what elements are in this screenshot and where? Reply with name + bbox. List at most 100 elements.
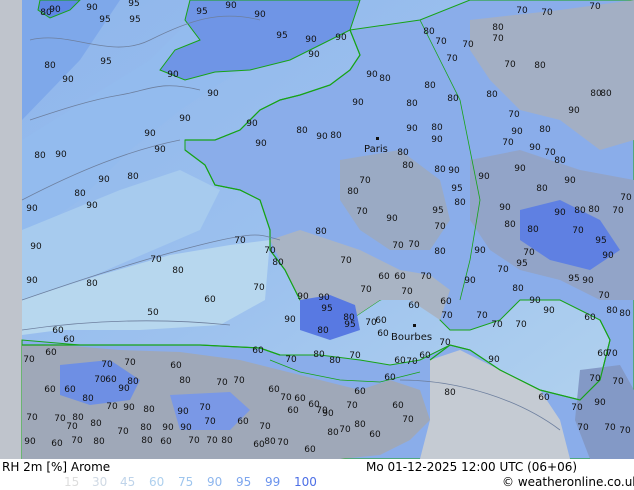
contour-label: 70 bbox=[117, 427, 129, 437]
contour-label: 80 bbox=[90, 419, 102, 429]
contour-label: 80 bbox=[329, 356, 341, 366]
contour-label: 80 bbox=[512, 284, 524, 294]
contour-label: 90 bbox=[207, 89, 219, 99]
contour-label: 60 bbox=[538, 393, 550, 403]
legend-value-75: 75 bbox=[178, 475, 194, 489]
contour-label: 95 bbox=[321, 304, 332, 314]
contour-label: 80 bbox=[317, 326, 329, 336]
contour-label: 95 bbox=[100, 57, 111, 67]
contour-label: 90 bbox=[529, 143, 541, 153]
contour-label: 80 bbox=[588, 205, 600, 215]
contour-label: 90 bbox=[594, 398, 606, 408]
contour-label: 95 bbox=[196, 7, 207, 17]
contour-label: 70 bbox=[285, 355, 297, 365]
contour-label: 70 bbox=[26, 413, 38, 423]
contour-label: 90 bbox=[98, 175, 110, 185]
contour-label: 80 bbox=[406, 99, 418, 109]
contour-label: 70 bbox=[589, 2, 601, 12]
contour-label: 90 bbox=[179, 114, 191, 124]
contour-label: 80 bbox=[40, 8, 52, 18]
contour-label: 95 bbox=[128, 0, 139, 9]
rh-map: 90 95 90 95 80 95 95 90 90 95 90 90 90 95 80 90 90 90 90 90… bbox=[0, 0, 634, 459]
contour-label: 90 bbox=[564, 176, 576, 186]
contour-label: 60 bbox=[45, 348, 57, 358]
contour-label: 80 bbox=[313, 350, 325, 360]
contour-label: 70 bbox=[216, 378, 228, 388]
contour-label: 60 bbox=[170, 361, 182, 371]
footer-bar: RH 2m [%] Arome Mo 01-12-2025 12:00 UTC … bbox=[0, 459, 634, 490]
contour-label: 60 bbox=[440, 297, 452, 307]
contour-label: 70 bbox=[23, 355, 35, 365]
copyright-link[interactable]: © weatheronline.co.uk bbox=[502, 475, 634, 489]
contour-label: 90 bbox=[478, 172, 490, 182]
contour-label: 80 bbox=[534, 61, 546, 71]
contour-label: 70 bbox=[340, 256, 352, 266]
contour-label: 70 bbox=[504, 60, 516, 70]
product-title: RH 2m [%] Arome bbox=[2, 460, 111, 474]
contour-label: 90 bbox=[554, 208, 566, 218]
contour-label: 80 bbox=[527, 225, 539, 235]
contour-label: 60 bbox=[63, 335, 75, 345]
contour-label: 90 bbox=[568, 106, 580, 116]
contour-label: 80 bbox=[486, 90, 498, 100]
contour-label: 60 bbox=[51, 439, 63, 449]
outside-domain-strip bbox=[0, 0, 22, 459]
contour-label: 70 bbox=[476, 311, 488, 321]
contour-label: 70 bbox=[446, 54, 458, 64]
contour-label: 90 bbox=[464, 276, 476, 286]
contour-label: 70 bbox=[233, 376, 245, 386]
contour-label: 95 bbox=[451, 184, 462, 194]
contour-label: 80 bbox=[431, 123, 443, 133]
contour-label: 80 bbox=[492, 23, 504, 33]
contour-label: 90 bbox=[144, 129, 156, 139]
contour-label: 80 bbox=[272, 258, 284, 268]
contour-label: 80 bbox=[34, 151, 46, 161]
contour-label: 70 bbox=[408, 240, 420, 250]
contour-label: 70 bbox=[589, 374, 601, 384]
contour-label: 95 bbox=[99, 15, 110, 25]
contour-label: 70 bbox=[316, 406, 328, 416]
legend-value-60: 60 bbox=[149, 475, 165, 489]
contour-label: 90 bbox=[406, 124, 418, 134]
contour-label: 60 bbox=[584, 313, 596, 323]
contour-label: 80 bbox=[354, 420, 366, 430]
contour-label: 70 bbox=[435, 37, 447, 47]
contour-label: 90 bbox=[180, 423, 192, 433]
contour-label: 70 bbox=[253, 283, 265, 293]
contour-label: 70 bbox=[339, 425, 351, 435]
contour-label: 60 bbox=[64, 385, 76, 395]
contour-label: 60 bbox=[375, 316, 387, 326]
contour-label: 80 bbox=[264, 437, 276, 447]
contour-label: 90 bbox=[24, 437, 36, 447]
valid-datetime: Mo 01-12-2025 12:00 UTC (06+06) bbox=[366, 460, 578, 474]
contour-label: 60 bbox=[44, 385, 56, 395]
contour-label: 90 bbox=[254, 10, 266, 20]
contour-label: 70 bbox=[604, 423, 616, 433]
contour-label: 80 bbox=[141, 436, 153, 446]
contour-label: 60 bbox=[384, 373, 396, 383]
contour-label: 90 bbox=[474, 246, 486, 256]
contour-label: 90 bbox=[488, 355, 500, 365]
contour-label: 70 bbox=[497, 265, 509, 275]
contour-label: 60 bbox=[253, 440, 265, 450]
contour-label: 70 bbox=[94, 375, 106, 385]
contour-label: 70 bbox=[516, 6, 528, 16]
contour-label: 80 bbox=[327, 428, 339, 438]
contour-label: 80 bbox=[74, 189, 86, 199]
contour-label: 70 bbox=[401, 287, 413, 297]
contour-label: 80 bbox=[315, 227, 327, 237]
contour-label: 90 bbox=[162, 423, 174, 433]
contour-label: 70 bbox=[346, 401, 358, 411]
contour-label: 90 bbox=[448, 166, 460, 176]
contour-label: 95 bbox=[568, 274, 579, 284]
contour-label: 60 bbox=[377, 329, 389, 339]
contour-label: 50 bbox=[147, 308, 159, 318]
contour-label: 80 bbox=[397, 148, 409, 158]
contour-label: 70 bbox=[620, 193, 632, 203]
contour-label: 95 bbox=[129, 15, 140, 25]
contour-label: 90 bbox=[386, 214, 398, 224]
map-frame: 90 95 90 95 80 95 95 90 90 95 90 90 90 95 80 90 90 90 90 90… bbox=[0, 0, 634, 490]
contour-label: 70 bbox=[619, 426, 631, 436]
contour-label: 60 bbox=[408, 301, 420, 311]
contour-label: 90 bbox=[167, 70, 179, 80]
